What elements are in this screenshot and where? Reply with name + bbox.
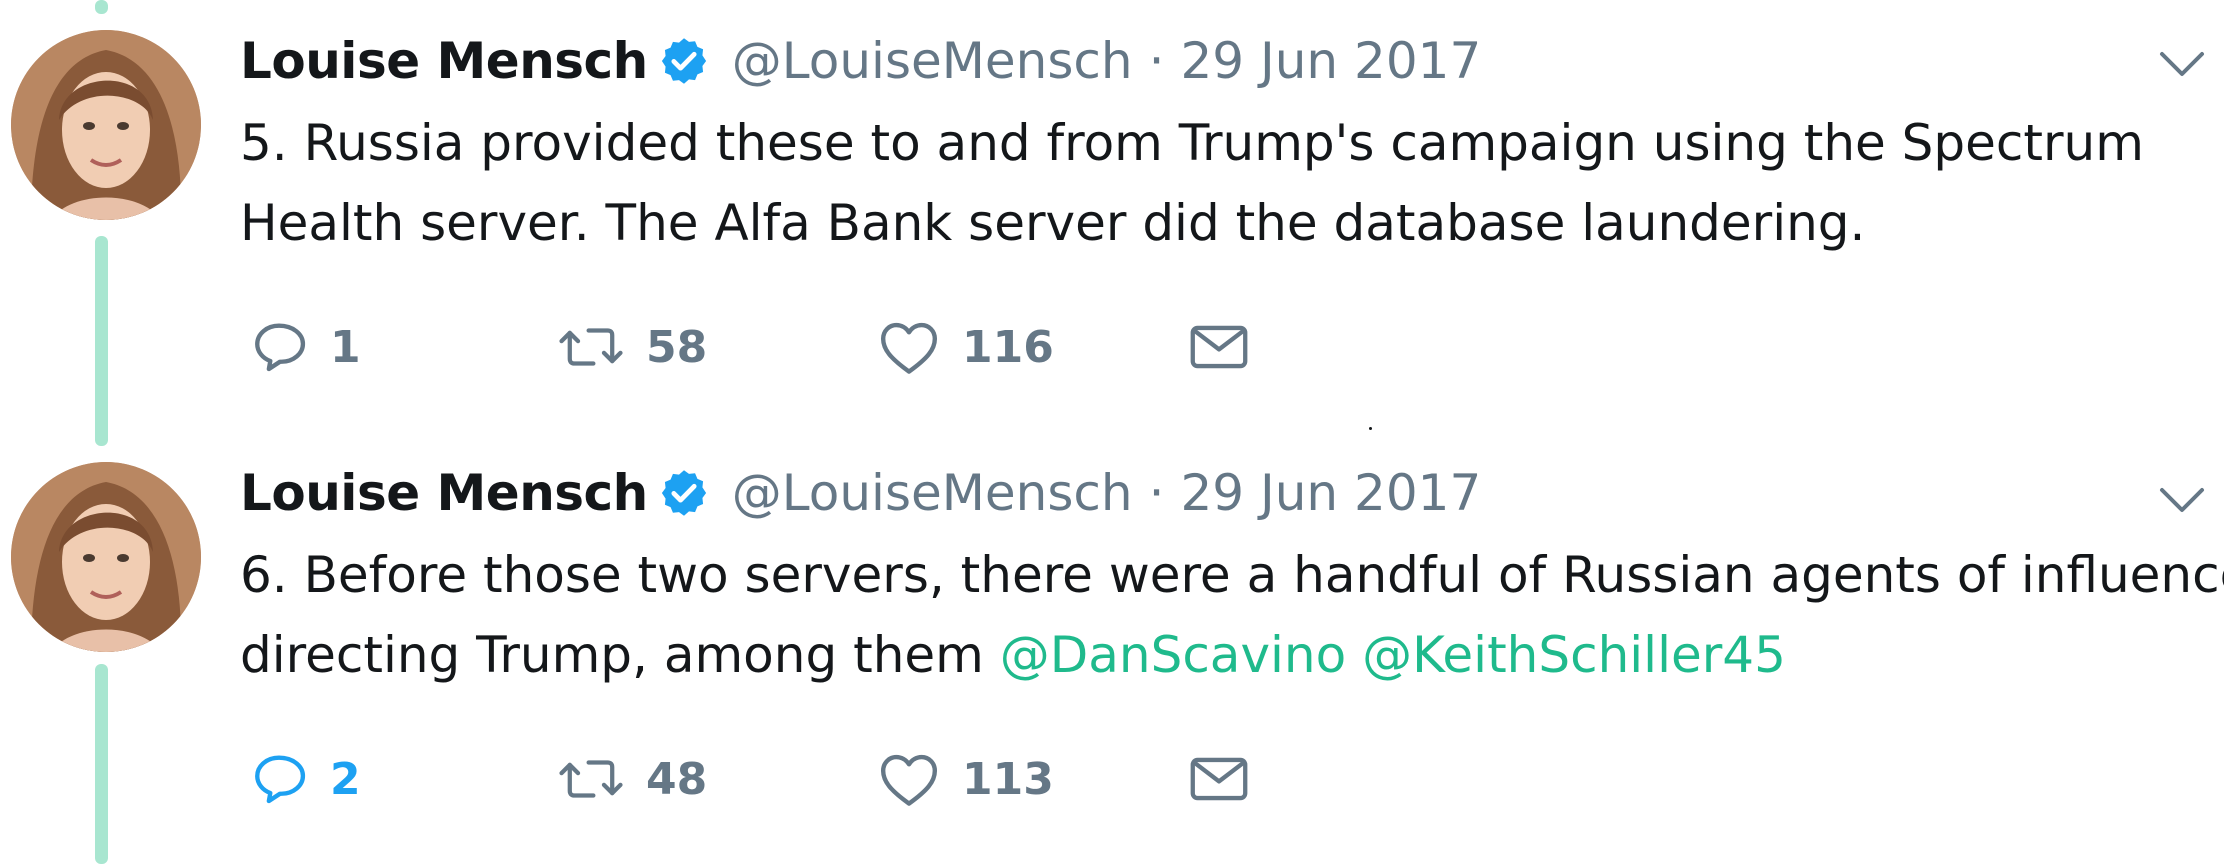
reply-count: 1 (330, 321, 361, 373)
mention-link[interactable]: @KeithSchiller45 (1362, 626, 1786, 684)
retweet-button[interactable]: 58 (558, 312, 707, 382)
heart-icon (880, 754, 938, 806)
mention-link[interactable]: @DanScavino (1000, 626, 1346, 684)
heart-icon (880, 322, 938, 374)
tweet-text: 5. Russia provided these to and from Tru… (240, 103, 2200, 263)
author-name[interactable]: Louise Mensch (240, 32, 648, 90)
envelope-icon (1190, 757, 1248, 801)
separator-dot: · (1148, 464, 1165, 522)
tweet-date[interactable]: 29 Jun 2017 (1180, 32, 1481, 90)
verified-badge-icon (661, 38, 706, 84)
reply-count: 2 (330, 753, 361, 805)
like-button[interactable]: 116 (878, 312, 1054, 382)
tweet-header: Louise Mensch @LouiseMensch · 29 Jun 201… (240, 26, 1481, 96)
direct-message-button[interactable] (1188, 744, 1250, 814)
verified-badge-icon (661, 470, 706, 516)
avatar[interactable] (11, 462, 201, 652)
like-button[interactable]: 113 (878, 744, 1054, 814)
author-handle[interactable]: @LouiseMensch (732, 464, 1133, 522)
retweet-icon (559, 328, 623, 366)
tweet[interactable]: Louise Mensch @LouiseMensch · 29 Jun 201… (0, 0, 2224, 430)
reply-icon (255, 755, 306, 804)
tweet-text: 6. Before those two servers, there were … (240, 535, 2224, 695)
chevron-down-icon[interactable] (2158, 48, 2206, 80)
separator-dot: · (1148, 32, 1165, 90)
retweet-count: 48 (646, 753, 708, 805)
tweet-text-line: 5. Russia provided these to and from Tru… (240, 114, 2144, 172)
direct-message-button[interactable] (1188, 312, 1250, 382)
tweet-text-fragment: directing Trump, among them (240, 626, 1000, 684)
author-handle[interactable]: @LouiseMensch (732, 32, 1133, 90)
tweet-date[interactable]: 29 Jun 2017 (1180, 464, 1481, 522)
tweet-text-line: 6. Before those two servers, there were … (240, 546, 2224, 604)
chevron-down-icon[interactable] (2158, 484, 2206, 516)
envelope-icon (1190, 325, 1248, 369)
retweet-count: 58 (646, 321, 708, 373)
reply-button[interactable]: 1 (250, 312, 361, 382)
like-count: 116 (962, 321, 1054, 373)
retweet-icon (559, 760, 623, 798)
tweet[interactable]: Louise Mensch @LouiseMensch · 29 Jun 201… (0, 432, 2224, 862)
retweet-button[interactable]: 48 (558, 744, 707, 814)
author-name[interactable]: Louise Mensch (240, 464, 648, 522)
mention-space (1346, 626, 1362, 684)
reply-icon (255, 323, 306, 372)
tweet-header: Louise Mensch @LouiseMensch · 29 Jun 201… (240, 458, 1481, 528)
tweet-text-line: Health server. The Alfa Bank server did … (240, 194, 1866, 252)
avatar[interactable] (11, 30, 201, 220)
tweet-actions: 2 48 113 (250, 744, 1350, 814)
reply-button[interactable]: 2 (250, 744, 361, 814)
tweet-text-line: directing Trump, among them @DanScavino … (240, 615, 2200, 695)
like-count: 113 (962, 753, 1054, 805)
tweet-actions: 1 58 116 (250, 312, 1350, 382)
